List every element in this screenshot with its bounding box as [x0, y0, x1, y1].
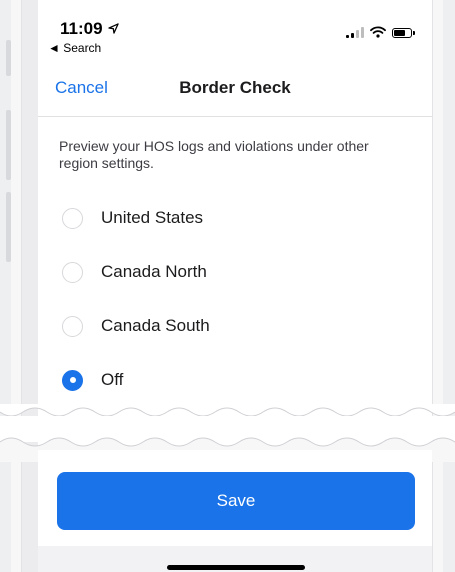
- radio-unselected-icon[interactable]: [62, 315, 83, 337]
- radio-selected-icon[interactable]: [62, 369, 83, 391]
- page-title: Border Check: [179, 78, 291, 97]
- description-text: Preview your HOS logs and violations und…: [59, 138, 369, 171]
- phone-screen: 11:09 ◄ Search Cancel Border Check Previ…: [38, 0, 432, 572]
- save-container: Save: [38, 462, 432, 546]
- region-option-off[interactable]: Off: [62, 364, 123, 396]
- wifi-icon: [370, 26, 386, 38]
- cellular-signal-icon: [346, 27, 364, 38]
- device-bezel-left: [11, 0, 22, 572]
- status-bar: 11:09 ◄ Search: [38, 0, 432, 62]
- region-option-label: Canada South: [101, 316, 210, 335]
- battery-icon: [392, 28, 415, 38]
- device-frame-right: [443, 0, 455, 572]
- device-bezel-right: [432, 0, 443, 572]
- home-indicator: [167, 565, 305, 570]
- region-option-canada-south[interactable]: Canada South: [62, 310, 210, 342]
- region-option-label: Canada North: [101, 262, 207, 281]
- status-time: 11:09: [60, 19, 120, 39]
- region-option-label: United States: [101, 208, 204, 227]
- status-time-text: 11:09: [60, 19, 103, 38]
- location-arrow-icon: [108, 23, 120, 34]
- torn-edge-divider: [0, 404, 455, 462]
- navigation-bar: Cancel Border Check: [38, 62, 432, 117]
- status-icons: [346, 26, 415, 38]
- save-button[interactable]: Save: [57, 472, 415, 530]
- region-option-united-states[interactable]: United States: [62, 202, 203, 234]
- back-to-search-link[interactable]: ◄ Search: [48, 41, 101, 55]
- radio-unselected-icon[interactable]: [62, 207, 83, 229]
- region-option-label: Off: [101, 370, 124, 389]
- radio-unselected-icon[interactable]: [62, 261, 83, 283]
- bottom-bar: Save: [38, 462, 432, 572]
- device-frame-left: [0, 0, 11, 572]
- region-option-canada-north[interactable]: Canada North: [62, 256, 207, 288]
